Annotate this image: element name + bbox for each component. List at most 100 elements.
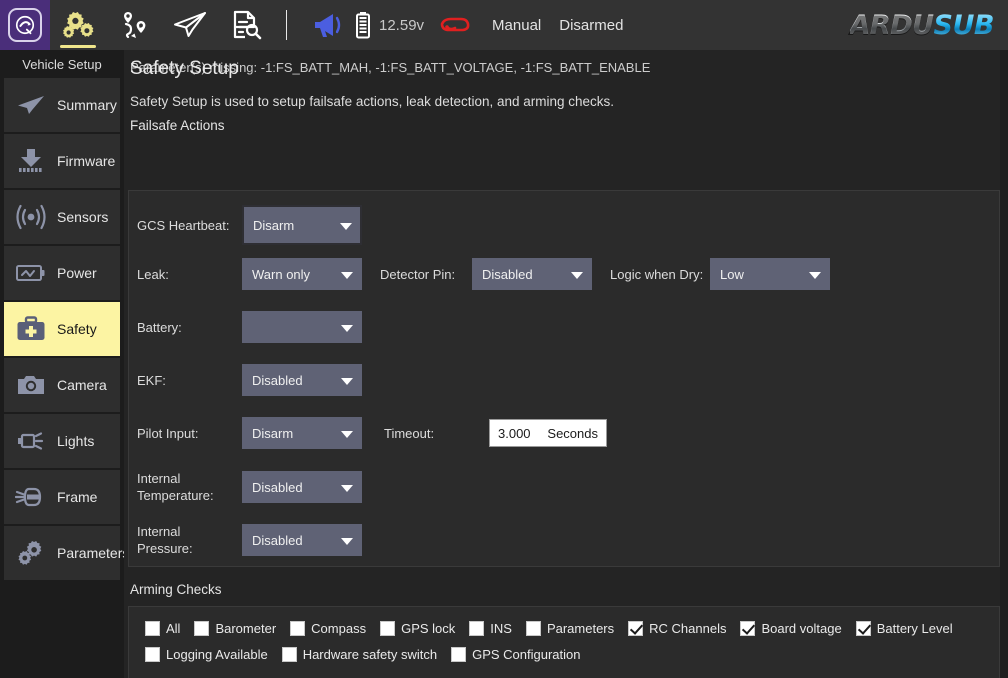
paper-plane-icon [172, 10, 208, 40]
sidebar-item-label: Power [57, 265, 97, 281]
vehicle-status[interactable]: Manual Disarmed [438, 0, 623, 50]
row-ekf: EKF: Disabled [137, 364, 362, 396]
checkbox-unchecked-icon [145, 621, 160, 636]
sidebar-item-power[interactable]: Power [4, 246, 120, 300]
panel-header: Parameter(s) missing: -1:FS_BATT_MAH, -1… [124, 50, 1008, 127]
row-gcs-heartbeat: GCS Heartbeat: Disarm [137, 205, 362, 245]
chevron-down-icon [341, 378, 353, 385]
internal-pressure-label-line2: Pressure: [137, 541, 193, 556]
toolbar-analyze[interactable] [218, 0, 274, 50]
chevron-down-icon [809, 272, 821, 279]
checkbox-unchecked-icon [145, 647, 160, 662]
sidebar-item-camera[interactable]: Camera [4, 358, 120, 412]
toolbar-divider [286, 10, 287, 40]
arming-check-label: Battery Level [877, 621, 953, 636]
logic-when-dry-select[interactable]: Low [710, 258, 830, 290]
checkbox-checked-icon [740, 621, 755, 636]
gcs-heartbeat-select[interactable]: Disarm [242, 205, 362, 245]
arming-check-logging-available[interactable]: Logging Available [145, 647, 268, 662]
sidebar-item-firmware[interactable]: Firmware [4, 134, 120, 188]
first-aid-kit-icon [14, 312, 48, 346]
checkbox-unchecked-icon [451, 647, 466, 662]
arming-check-compass[interactable]: Compass [290, 621, 366, 636]
top-toolbar: 12.59v Manual Disarmed ARDUSUB [0, 0, 1008, 50]
sidebar-item-label: Summary [57, 97, 117, 113]
arming-check-ins[interactable]: INS [469, 621, 512, 636]
arming-checks-row-2: Logging Available Hardware safety switch G… [145, 647, 594, 662]
checkbox-checked-icon [628, 621, 643, 636]
logic-when-dry-value: Low [720, 267, 744, 282]
leak-value: Warn only [252, 267, 310, 282]
pilot-input-label: Pilot Input: [137, 426, 242, 441]
arming-check-label: Parameters [547, 621, 614, 636]
megaphone-icon [311, 11, 343, 39]
logic-when-dry-label: Logic when Dry: [610, 267, 710, 282]
arming-check-label: Hardware safety switch [303, 647, 437, 662]
arming-check-barometer[interactable]: Barometer [194, 621, 276, 636]
leak-select[interactable]: Warn only [242, 258, 362, 290]
vehicle-red-icon [438, 12, 472, 38]
battery-power-icon [14, 256, 48, 290]
internal-pressure-value: Disabled [252, 533, 303, 548]
timeout-input[interactable]: 3.000 Seconds [489, 419, 607, 447]
arming-check-parameters[interactable]: Parameters [526, 621, 614, 636]
detector-pin-label: Detector Pin: [380, 267, 472, 282]
arming-check-gps-lock[interactable]: GPS lock [380, 621, 455, 636]
sidebar-item-frame[interactable]: Frame [4, 470, 120, 524]
arm-state-label: Disarmed [559, 17, 623, 34]
internal-temperature-label-line1: Internal [137, 471, 180, 486]
qgc-app-icon [8, 8, 42, 42]
ardusub-logo: ARDUSUB [850, 0, 1008, 50]
battery-voltage-label: 12.59v [379, 17, 424, 34]
internal-temperature-value: Disabled [252, 480, 303, 495]
row-internal-pressure: Internal Pressure: Disabled [137, 523, 362, 557]
chevron-down-icon [341, 325, 353, 332]
chevron-down-icon [341, 431, 353, 438]
timeout-value: 3.000 [498, 426, 531, 441]
checkbox-unchecked-icon [194, 621, 209, 636]
internal-temperature-label-line2: Temperature: [137, 488, 214, 503]
chevron-down-icon [571, 272, 583, 279]
battery-select[interactable] [242, 311, 362, 343]
arming-check-board-voltage[interactable]: Board voltage [740, 621, 841, 636]
battery-icon [355, 11, 371, 39]
battery-status[interactable]: 12.59v [355, 0, 424, 50]
chevron-down-icon [340, 223, 352, 230]
arming-check-gps-configuration[interactable]: GPS Configuration [451, 647, 580, 662]
arming-checks-group: All Barometer Compass GPS lock INS Parameters… [128, 606, 1000, 678]
paper-plane-icon [14, 88, 48, 122]
internal-pressure-select[interactable]: Disabled [242, 524, 362, 556]
sidebar-item-parameters[interactable]: Parameters [4, 526, 120, 580]
toolbar-fly-view[interactable] [162, 0, 218, 50]
detector-pin-select[interactable]: Disabled [472, 258, 592, 290]
camera-icon [14, 368, 48, 402]
sensors-waves-icon [14, 200, 48, 234]
arming-check-battery-level[interactable]: Battery Level [856, 621, 953, 636]
toolbar-telemetry[interactable] [299, 0, 355, 50]
row-pilot-input: Pilot Input: Disarm Timeout: 3.000 Secon… [137, 417, 607, 449]
pilot-input-value: Disarm [252, 426, 293, 441]
sidebar-item-sensors[interactable]: Sensors [4, 190, 120, 244]
safety-setup-panel: Parameter(s) missing: -1:FS_BATT_MAH, -1… [124, 50, 1008, 678]
sidebar-item-summary[interactable]: Summary [4, 78, 120, 132]
app-logo-button[interactable] [0, 0, 50, 50]
arming-check-rc-channels[interactable]: RC Channels [628, 621, 726, 636]
sidebar-item-lights[interactable]: Lights [4, 414, 120, 468]
qgc-glyph [14, 14, 36, 36]
arming-check-label: All [166, 621, 180, 636]
pilot-input-select[interactable]: Disarm [242, 417, 362, 449]
flight-mode-label: Manual [492, 17, 541, 34]
arming-check-hardware-safety-switch[interactable]: Hardware safety switch [282, 647, 437, 662]
internal-temperature-select[interactable]: Disabled [242, 471, 362, 503]
toolbar-vehicle-setup[interactable] [50, 0, 106, 50]
arming-checks-label: Arming Checks [128, 574, 1000, 604]
failsafe-actions-group: GCS Heartbeat: Disarm Leak: Warn only De… [128, 190, 1000, 567]
chevron-down-icon [341, 538, 353, 545]
ekf-select[interactable]: Disabled [242, 364, 362, 396]
sidebar-item-safety[interactable]: Safety [4, 302, 120, 356]
checkbox-unchecked-icon [380, 621, 395, 636]
chevron-down-icon [341, 485, 353, 492]
arming-check-all[interactable]: All [145, 621, 180, 636]
vehicle-setup-sidebar: Vehicle Setup Summary Firmware Se [0, 50, 124, 678]
toolbar-plan-flight[interactable] [106, 0, 162, 50]
